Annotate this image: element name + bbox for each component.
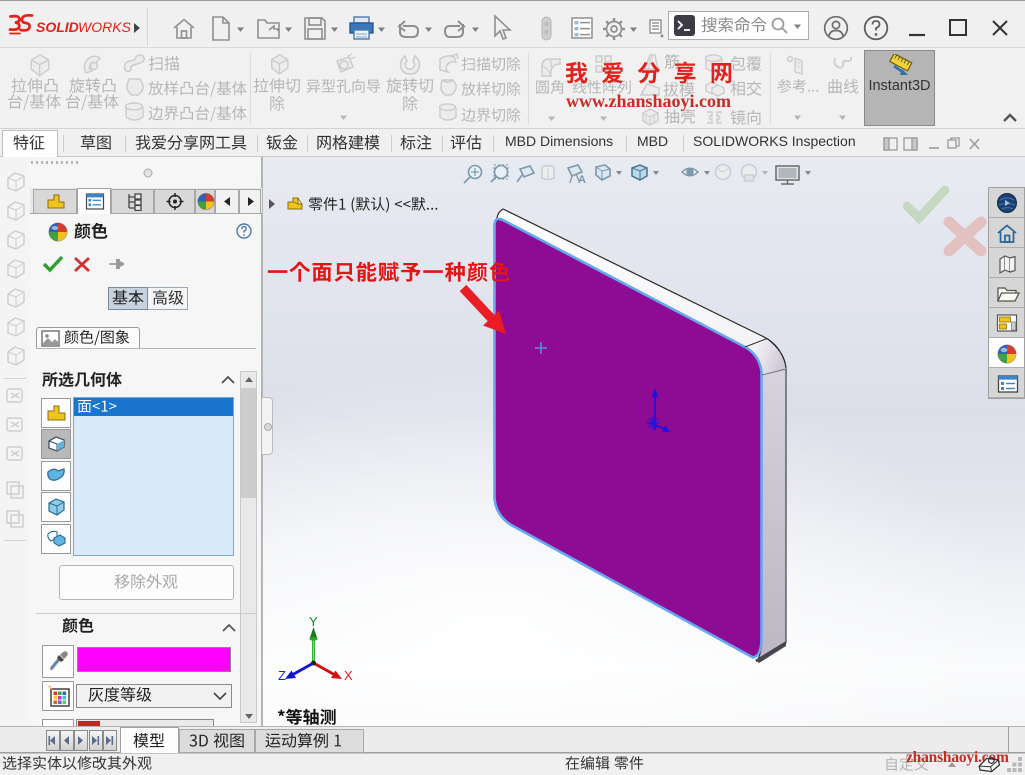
svg-text:A: A	[578, 174, 586, 186]
svg-text:SOLID: SOLID	[36, 19, 79, 35]
svg-text:Z: Z	[278, 668, 286, 683]
svg-text:X: X	[344, 668, 353, 683]
svg-text:WORKS: WORKS	[78, 19, 132, 35]
svg-text:Y: Y	[309, 614, 318, 629]
